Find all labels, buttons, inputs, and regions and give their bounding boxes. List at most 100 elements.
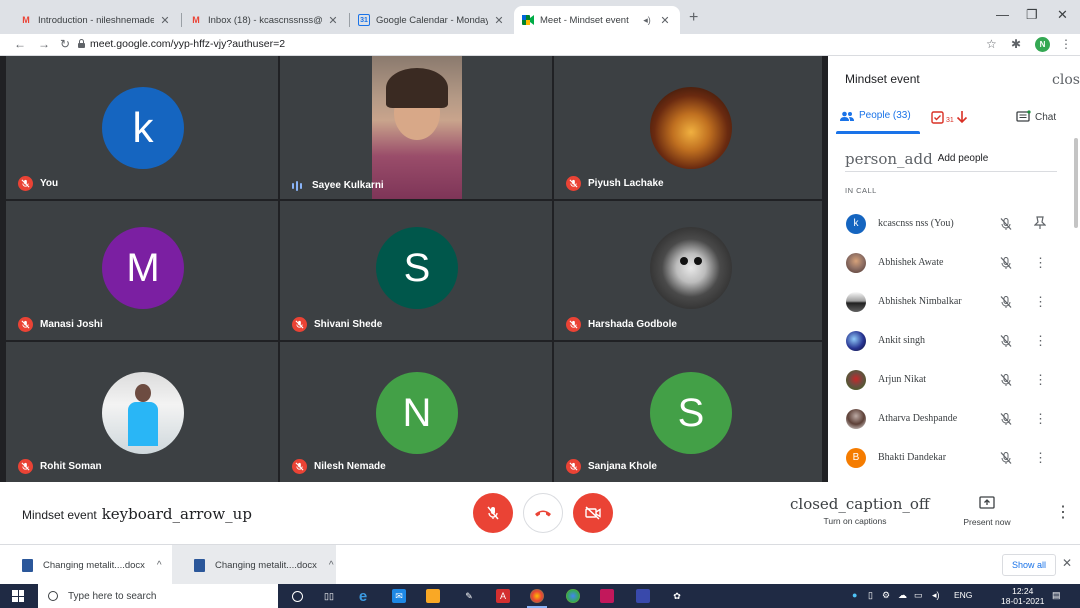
panel-scrollbar[interactable]	[1074, 138, 1078, 228]
more-options-icon[interactable]: ⋮	[1055, 502, 1071, 522]
panel-close-icon[interactable]: close	[1052, 72, 1080, 88]
network-icon[interactable]: ▭	[914, 590, 923, 601]
participant-label: Shivani Shede	[292, 317, 382, 332]
people-list-item[interactable]: k kcascnss nss (You)	[828, 204, 1068, 243]
tab-close-icon[interactable]: ✕	[158, 14, 172, 27]
app-icon[interactable]	[636, 589, 650, 603]
participant-tile[interactable]: M Manasi Joshi	[6, 201, 278, 340]
mail-icon[interactable]: ✉	[392, 589, 406, 603]
cortana-icon[interactable]	[292, 591, 303, 602]
participant-tile[interactable]: S Sanjana Khole	[554, 342, 822, 482]
close-downloads-icon[interactable]: ✕	[1062, 556, 1072, 570]
close-window-icon[interactable]: ✕	[1057, 7, 1068, 23]
chevron-up-icon[interactable]: ^	[329, 560, 334, 571]
chrome-icon[interactable]	[530, 589, 544, 603]
participant-tile[interactable]: Harshada Godbole	[554, 201, 822, 340]
more-options-icon[interactable]: ⋮	[1034, 411, 1047, 427]
tab-chat[interactable]: Chat	[1016, 110, 1056, 124]
tab-close-icon[interactable]: ✕	[326, 14, 340, 27]
people-list-item[interactable]: Arjun Nikat ⋮	[828, 360, 1068, 399]
tab-activities[interactable]: 31	[931, 110, 968, 124]
person-name: Atharva Deshpande	[878, 413, 958, 424]
tray-app-icon[interactable]: ☁	[898, 590, 907, 601]
back-icon[interactable]: ←	[14, 37, 26, 51]
mic-toggle-button[interactable]	[473, 493, 513, 533]
reload-icon[interactable]: ↻	[60, 37, 70, 51]
person-avatar	[846, 369, 866, 390]
meeting-controls-bar: Mindset event keyboard_arrow_up closed_c…	[0, 482, 1080, 544]
new-tab-icon[interactable]: +	[689, 9, 698, 27]
participant-tile[interactable]: Sayee Kulkarni	[280, 56, 552, 199]
more-options-icon[interactable]: ⋮	[1034, 333, 1047, 349]
camera-toggle-button[interactable]	[573, 493, 613, 533]
tab-people[interactable]: People (33)	[840, 110, 911, 121]
tray-app-icon[interactable]: ●	[852, 590, 857, 600]
more-options-icon[interactable]: ⋮	[1034, 294, 1047, 310]
windows-start-icon[interactable]	[12, 590, 24, 602]
people-list-item[interactable]: Ankit singh ⋮	[828, 321, 1068, 360]
people-list-item[interactable]: Abhishek Awate ⋮	[828, 243, 1068, 282]
extensions-icon[interactable]: ✱	[1011, 37, 1021, 51]
more-options-icon[interactable]: ⋮	[1034, 255, 1047, 271]
person-avatar: B	[846, 447, 866, 468]
participant-avatar: M	[102, 227, 184, 309]
volume-icon[interactable]: ◂)	[932, 590, 940, 601]
pin-icon[interactable]	[1034, 216, 1046, 230]
person-name: Abhishek Awate	[878, 257, 944, 268]
participant-label: Nilesh Nemade	[292, 459, 386, 474]
browser-menu-icon[interactable]: ⋮	[1060, 37, 1072, 51]
more-options-icon[interactable]: ⋮	[1034, 450, 1047, 466]
download-item[interactable]: Changing metalit....docx ^	[172, 545, 336, 585]
leave-call-button[interactable]	[523, 493, 563, 533]
tab-close-icon[interactable]: ✕	[658, 14, 672, 27]
captions-label: Turn on captions	[823, 516, 887, 526]
profile-avatar[interactable]: N	[1035, 37, 1050, 52]
tray-app-icon[interactable]: ⚙	[882, 590, 890, 601]
file-explorer-icon[interactable]	[426, 589, 440, 603]
add-people-button[interactable]: person_add Add people	[845, 146, 1057, 172]
maximize-icon[interactable]: ❐	[1026, 7, 1038, 23]
more-options-icon[interactable]: ⋮	[1034, 372, 1047, 388]
url-field[interactable]: meet.google.com/yyp-hffz-vjy?authuser=2	[90, 38, 285, 50]
participant-tile[interactable]: S Shivani Shede	[280, 201, 552, 340]
people-list-item[interactable]: Atharva Deshpande ⋮	[828, 399, 1068, 438]
language-indicator[interactable]: ENG	[954, 590, 972, 600]
forward-icon[interactable]: →	[38, 37, 50, 51]
captions-button[interactable]: closed_caption_off Turn on captions	[790, 495, 930, 526]
taskbar-search-box[interactable]: Type here to search	[38, 584, 278, 608]
speaker-icon[interactable]: ◂)	[640, 15, 654, 26]
people-list-item[interactable]: Abhishek Nimbalkar ⋮	[828, 282, 1068, 321]
people-panel: Mindset event close People (33) 31 Chat …	[828, 56, 1080, 482]
tab-close-icon[interactable]: ✕	[492, 14, 506, 27]
edge-browser-icon[interactable]: e	[356, 588, 370, 605]
app-icon[interactable]: ✿	[670, 589, 684, 603]
browser-tab-gmail-inbox[interactable]: M Inbox (18) - kcascnssnss@gmail. ✕	[182, 6, 348, 34]
participant-tile[interactable]: k You	[6, 56, 278, 199]
browser-tab-meet[interactable]: Meet - Mindset event ◂) ✕	[514, 6, 680, 34]
app-icon[interactable]	[600, 589, 614, 603]
present-now-button[interactable]: Present now	[957, 496, 1017, 527]
tab-title: Inbox (18) - kcascnssnss@gmail.	[208, 14, 322, 26]
app-icon[interactable]: ✎	[462, 589, 476, 603]
browser-tab-gmail-introduction[interactable]: M Introduction - nileshnemade9@g ✕	[12, 6, 180, 34]
chrome-icon[interactable]	[566, 589, 580, 603]
participant-avatar: k	[102, 87, 184, 169]
people-list-item[interactable]: B Bhakti Dandekar ⋮	[828, 438, 1068, 477]
browser-tab-calendar[interactable]: 31 Google Calendar - Monday, Janu ✕	[350, 6, 514, 34]
minimize-icon[interactable]: —	[996, 7, 1009, 22]
acrobat-icon[interactable]: A	[496, 589, 510, 603]
participant-label: You	[18, 176, 58, 191]
show-all-button[interactable]: Show all	[1002, 554, 1057, 576]
chevron-up-icon[interactable]: ^	[157, 560, 162, 571]
notifications-icon[interactable]: ▤	[1052, 590, 1061, 601]
task-view-icon[interactable]: ▯▯	[322, 589, 336, 603]
person-name: Bhakti Dandekar	[878, 452, 947, 463]
bookmark-star-icon[interactable]: ☆	[986, 37, 997, 51]
participant-tile[interactable]: Piyush Lachake	[554, 56, 822, 199]
meeting-details-button[interactable]: Mindset event keyboard_arrow_up	[22, 505, 252, 523]
participant-tile[interactable]: N Nilesh Nemade	[280, 342, 552, 482]
battery-icon[interactable]: ▯	[868, 590, 873, 601]
system-clock[interactable]: 12:24 18-01-2021	[1001, 586, 1044, 606]
participant-tile[interactable]: Rohit Soman	[6, 342, 278, 482]
download-item[interactable]: Changing metalit....docx ^	[0, 545, 170, 585]
